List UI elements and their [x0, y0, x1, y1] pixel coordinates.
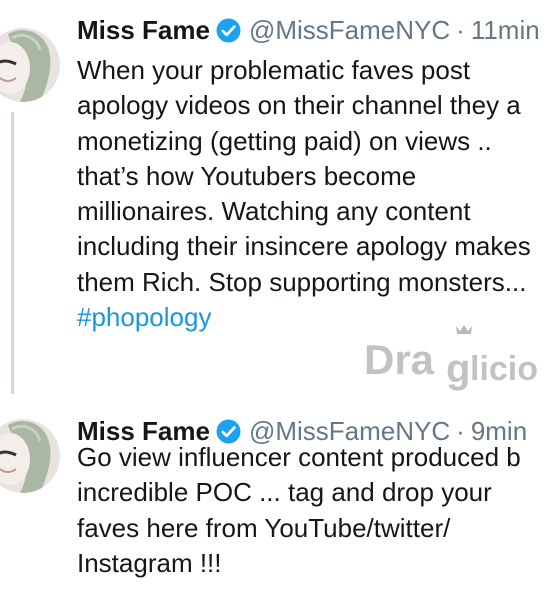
tweet-text-line: Instagram !!! [77, 547, 222, 578]
tweet-text-line: apology videos on their channel they a [77, 90, 521, 121]
tweet-2[interactable]: Miss Fame @MissFameNYC · 9min Go view in… [0, 400, 560, 600]
timestamp[interactable]: 11min [471, 14, 540, 46]
display-name[interactable]: Miss Fame [77, 14, 210, 46]
tweet-text-line: them Rich. Stop supporting monsters... [77, 266, 527, 297]
tweet-text-line: incredible POC ... tag and drop your [77, 477, 492, 508]
tweet-header: Miss Fame @MissFameNYC · 11min [77, 14, 540, 46]
tweet-text: Go view influencer content produced b in… [77, 440, 560, 581]
user-handle[interactable]: @MissFameNYC [249, 14, 450, 46]
tweet-text-line: including their insincere apology makes [77, 231, 531, 262]
dot-separator: · [456, 15, 465, 45]
thread-connector-line [11, 112, 14, 394]
tweet-text-line: monetizing (getting paid) on views .. [77, 125, 492, 156]
draglicious-watermark: Dra g licio [364, 322, 560, 392]
avatar[interactable] [0, 28, 60, 102]
tweet-text-line: Go view influencer content produced b [77, 442, 521, 472]
tweet-text-line: millionaires. Watching any content [77, 196, 471, 227]
svg-text:licio: licio [470, 350, 538, 388]
verified-badge-icon [216, 18, 241, 43]
tweet-text-line: that’s how Youtubers become [77, 160, 417, 191]
tweet-text-line: faves here from YouTube/twitter/ [77, 512, 451, 543]
tweet-text: When your problematic faves post apology… [77, 53, 560, 335]
svg-text:g: g [446, 347, 470, 391]
tweet-text-line: When your problematic faves post [77, 55, 471, 85]
svg-text:Dra: Dra [364, 336, 435, 383]
tweet-1[interactable]: Miss Fame @MissFameNYC · 11min When your… [0, 0, 560, 400]
avatar[interactable] [0, 419, 60, 493]
